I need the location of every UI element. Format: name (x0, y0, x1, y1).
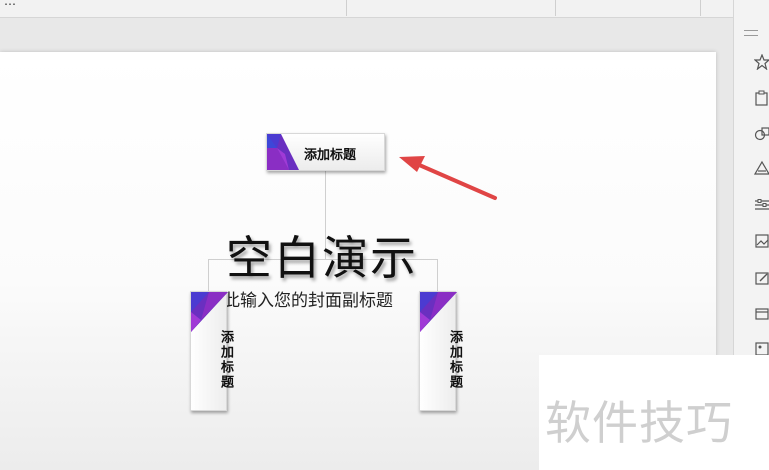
main-title[interactable]: 空白演示 (226, 222, 418, 288)
right-title-box[interactable]: 添加标题 (419, 291, 462, 411)
shapes-icon[interactable] (754, 126, 769, 142)
picture-edit-icon[interactable] (754, 270, 769, 286)
top-box-label: 添加标题 (304, 148, 357, 163)
connector-line (437, 259, 438, 291)
toolbar-separator (346, 0, 347, 16)
panel-grip[interactable] (744, 30, 758, 36)
watermark: 软件技巧 (539, 355, 769, 470)
box-icon[interactable] (754, 305, 769, 321)
toolbar-separator (555, 0, 556, 16)
watermark-text: 软件技巧 (545, 396, 733, 450)
sliders-icon[interactable] (754, 197, 769, 213)
star-icon[interactable] (754, 54, 769, 70)
left-title-box[interactable]: 添加标题 (190, 291, 233, 411)
right-box-label: 添加标题 (447, 330, 462, 390)
image-icon[interactable] (754, 233, 769, 249)
purple-triangle-icon (191, 292, 228, 332)
top-toolbar: … (0, 0, 733, 18)
clipboard-icon[interactable] (754, 90, 769, 106)
toolbar-separator (700, 0, 701, 16)
purple-triangle-icon (267, 134, 299, 170)
left-box-label: 添加标题 (218, 330, 233, 390)
red-arrow-icon (399, 156, 497, 200)
top-title-box[interactable]: 添加标题 (266, 133, 385, 171)
warning-icon[interactable] (754, 160, 769, 176)
subtitle[interactable]: 在此输入您的封面副标题 (206, 286, 393, 311)
purple-triangle-icon (420, 292, 457, 332)
toolbar-fragment: … (4, 0, 16, 8)
